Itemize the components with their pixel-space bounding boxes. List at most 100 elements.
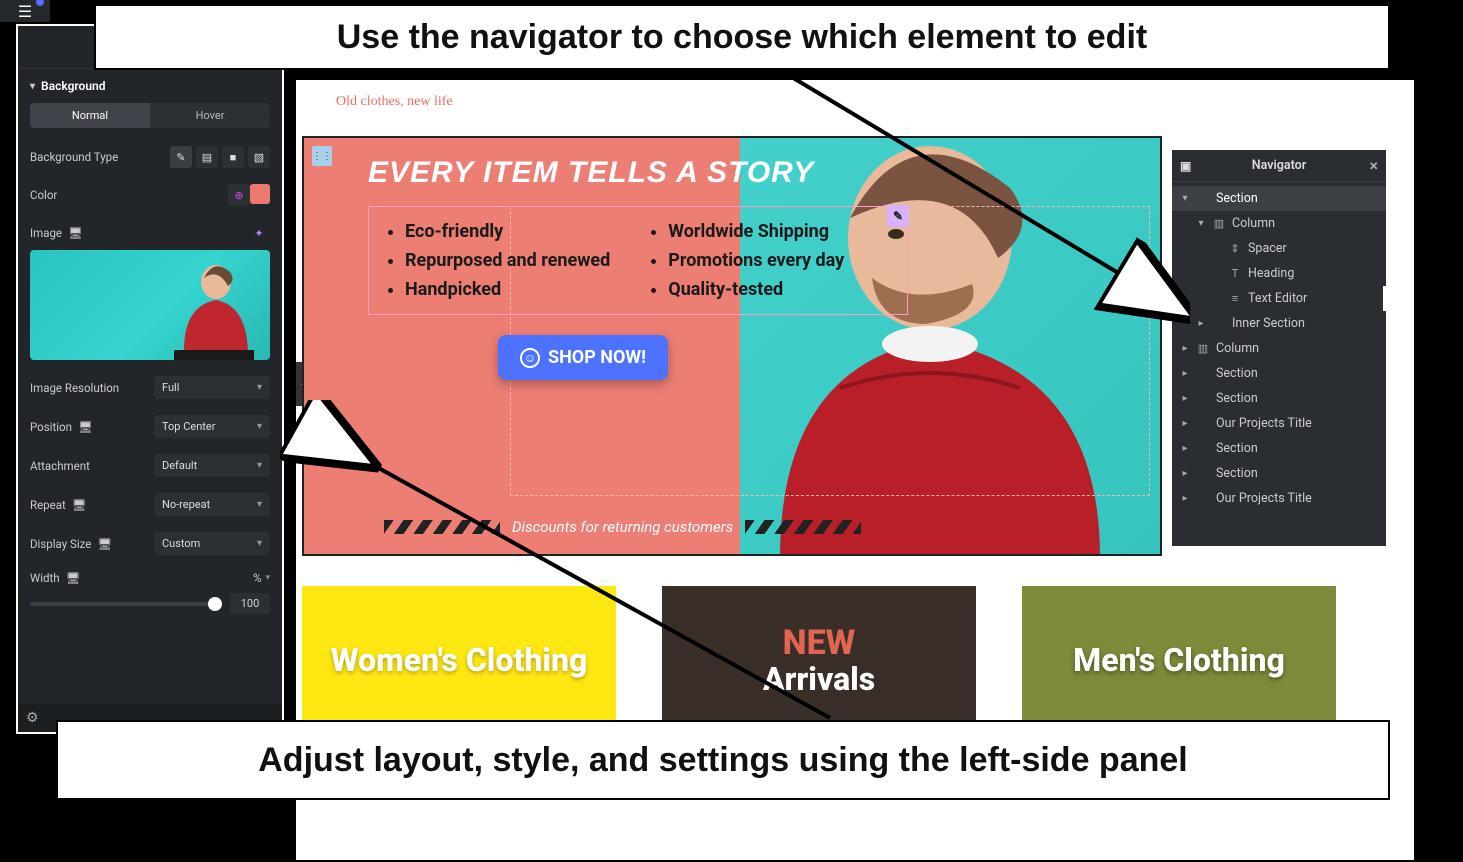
display-size-label: Display Size 🖥 [30, 537, 112, 551]
attachment-row: Attachment Default [18, 446, 282, 485]
style-panel: ▦Lay Background Normal Hover Background … [16, 24, 284, 734]
image-row: Image 🖥 ✦ [18, 214, 282, 246]
background-type-row: Background Type ✎ ▤ ■ ▧ [18, 138, 282, 176]
notification-dot [36, 0, 44, 6]
desktop-icon: 🖥 [68, 226, 83, 240]
nav-tree-item[interactable]: ▸ Section [1172, 361, 1386, 386]
arrow-to-navigator [770, 60, 1190, 340]
dynamic-icon[interactable]: ✦ [248, 222, 270, 244]
caret-icon: ▸ [1180, 393, 1190, 404]
card-mens-clothing[interactable]: Men's Clothing [1022, 586, 1336, 736]
caret-icon: ▸ [1180, 418, 1190, 429]
editor-menu[interactable]: ☰ [0, 0, 50, 22]
nav-tree-item[interactable]: ▸ Section [1172, 461, 1386, 486]
color-label: Color [30, 188, 57, 202]
state-hover[interactable]: Hover [150, 103, 270, 128]
state-segmented: Normal Hover [30, 103, 270, 128]
color-row: Color ⊕ [18, 176, 282, 214]
nav-tree-item[interactable]: ▾Section [1172, 186, 1386, 211]
caret-icon: ▸ [1196, 318, 1206, 329]
caret-icon: ▾ [1196, 218, 1206, 229]
image-resolution-row: Image Resolution Full [18, 368, 282, 407]
navigator-header: ▣ Navigator × [1172, 150, 1386, 182]
desktop-icon: 🖥 [66, 571, 81, 585]
gear-icon[interactable]: ⚙ [26, 710, 39, 726]
element-type-icon: ▥ [1196, 342, 1210, 355]
nav-item-label: Column [1216, 341, 1259, 356]
smile-icon: ☺ [520, 348, 540, 368]
desktop-icon: 🖥 [78, 420, 93, 434]
navigator-panel: ▣ Navigator × ▾Section▾▥Column⇕SpacerTHe… [1170, 148, 1388, 548]
nav-tree-item[interactable]: THeading [1172, 261, 1386, 286]
close-icon[interactable]: × [1370, 156, 1379, 175]
caret-icon: ▸ [1180, 468, 1190, 479]
width-unit[interactable]: % [253, 571, 261, 585]
state-normal[interactable]: Normal [30, 103, 150, 128]
position-row: Position 🖥 Top Center [18, 407, 282, 446]
repeat-row: Repeat 🖥 No-repeat [18, 485, 282, 524]
nav-item-label: Section [1216, 466, 1258, 481]
element-type-icon: ⇕ [1228, 242, 1242, 255]
background-image-preview[interactable] [30, 250, 270, 360]
desktop-icon: 🖥 [97, 537, 112, 551]
color-swatch[interactable] [250, 184, 270, 204]
repeat-label: Repeat 🖥 [30, 498, 86, 512]
repeat-select[interactable]: No-repeat [154, 493, 270, 516]
chevron-down-icon: ▾ [265, 573, 270, 583]
nav-item-label: Inner Section [1232, 316, 1305, 331]
width-slider[interactable] [30, 602, 222, 606]
image-label: Image 🖥 [30, 226, 83, 240]
nav-item-label: Our Projects Title [1216, 416, 1312, 431]
width-label: Width 🖥 [30, 571, 80, 585]
menu-icon[interactable]: ☰ [18, 2, 32, 21]
background-type-label: Background Type [30, 150, 118, 164]
caret-icon: ▸ [1180, 493, 1190, 504]
desktop-icon: 🖥 [72, 498, 87, 512]
nav-item-label: Section [1216, 441, 1258, 456]
bgtype-classic-icon[interactable]: ✎ [170, 146, 192, 168]
nav-item-label: Text Editor [1248, 291, 1307, 306]
nav-item-label: Section [1216, 391, 1258, 406]
annotation-bottom: Adjust layout, style, and settings using… [56, 720, 1390, 800]
nav-tree-item[interactable]: ▸ Our Projects Title [1172, 486, 1386, 511]
nav-tree-item[interactable]: ≡ Text Editor [1172, 286, 1386, 311]
nav-tree-item[interactable]: ▾▥Column [1172, 211, 1386, 236]
list-item: Repurposed and renewed [405, 250, 610, 271]
width-slider-row: 100 [18, 587, 282, 620]
navigator-title: Navigator [1252, 158, 1306, 173]
background-section-header[interactable]: Background [18, 69, 282, 103]
global-color-icon[interactable]: ⊕ [228, 184, 250, 206]
element-type-icon: ≡ [1228, 292, 1242, 305]
navigator-tree[interactable]: ▾Section▾▥Column⇕SpacerTHeading≡Text Edi… [1172, 182, 1386, 546]
nav-item-label: Spacer [1248, 241, 1287, 256]
image-resolution-label: Image Resolution [30, 381, 119, 395]
annotation-top: Use the navigator to choose which elemen… [94, 4, 1390, 70]
bgtype-video-icon[interactable]: ■ [222, 146, 244, 168]
nav-tree-item[interactable]: ▸ Inner Section [1172, 311, 1386, 336]
caret-icon: ▸ [1180, 343, 1190, 354]
list-item: Eco-friendly [405, 221, 610, 242]
nav-item-label: Our Projects Title [1216, 491, 1312, 506]
attachment-select[interactable]: Default [154, 454, 270, 477]
nav-tree-item[interactable]: ▸ Section [1172, 436, 1386, 461]
nav-tree-item[interactable]: ▸ Our Projects Title [1172, 411, 1386, 436]
nav-item-label: Section [1216, 191, 1258, 206]
nav-tree-item[interactable]: ▸ Section [1172, 386, 1386, 411]
bgtype-slideshow-icon[interactable]: ▧ [248, 146, 270, 168]
nav-tree-item[interactable]: ▸ ▥ Column [1172, 336, 1386, 361]
position-select[interactable]: Top Center [154, 415, 270, 438]
attachment-label: Attachment [30, 459, 90, 473]
nav-item-label: Heading [1248, 266, 1294, 281]
width-value[interactable]: 100 [230, 593, 270, 614]
display-size-row: Display Size 🖥 Custom [18, 524, 282, 563]
nav-item-label: Section [1216, 366, 1258, 381]
caret-icon: ▸ [1180, 443, 1190, 454]
image-resolution-select[interactable]: Full [154, 376, 270, 399]
section-handle-icon[interactable]: ⋮⋮ [312, 146, 332, 166]
caret-icon: ▸ [1180, 368, 1190, 379]
display-size-select[interactable]: Custom [154, 532, 270, 555]
position-label: Position 🖥 [30, 420, 93, 434]
nav-tree-item[interactable]: ⇕ Spacer [1172, 236, 1386, 261]
bgtype-gradient-icon[interactable]: ▤ [196, 146, 218, 168]
shop-now-button[interactable]: ☺ SHOP NOW! [498, 335, 668, 380]
